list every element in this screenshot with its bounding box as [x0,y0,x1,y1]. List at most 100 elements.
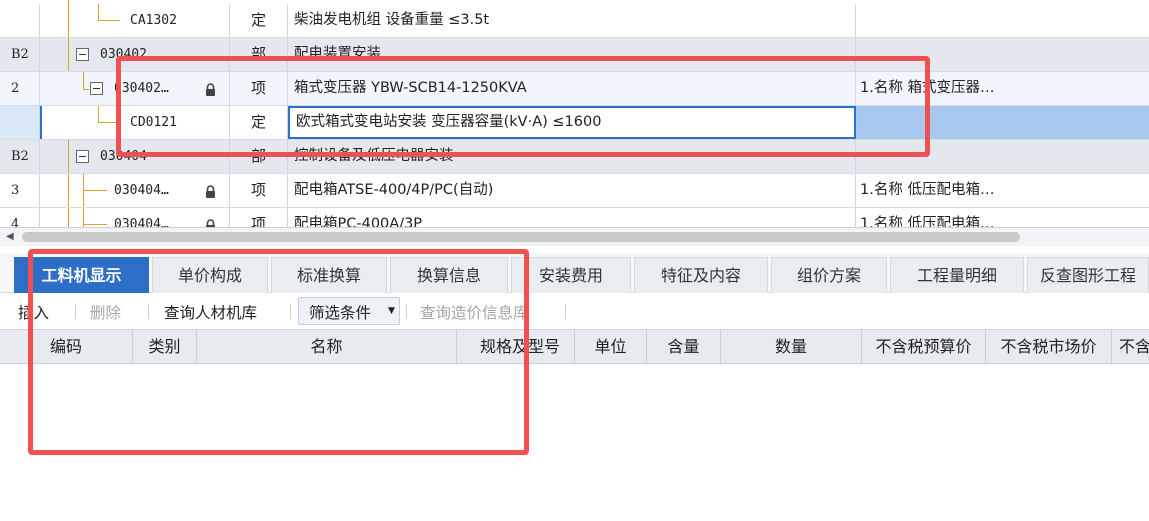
delete-button[interactable]: 删除 [90,301,121,323]
tab-quantity-detail[interactable]: 工程量明细 [890,257,1024,293]
tree-line [98,122,120,123]
row-feature[interactable] [856,140,1149,173]
query-price-info-button[interactable]: 查询造价信息库 [420,301,529,323]
row-code-cell[interactable]: CA1302 [40,4,230,37]
row-name[interactable]: 箱式变压器 YBW-SCB14-1250KVA [288,72,856,105]
row-type: 项 [230,72,288,105]
row-code-cell[interactable]: CD0121 [40,106,230,139]
column-header-name[interactable]: 名称 [197,330,457,364]
lock-icon [206,83,215,96]
table-row[interactable]: B2 030402 部 配电装置安装 [0,38,1149,72]
tree-line [68,140,69,173]
row-name[interactable]: 配电箱PC-400A/3P [288,208,856,227]
row-type: 部 [230,140,288,173]
column-header-quantity[interactable]: 数量 [721,330,862,364]
tab-labor-material-machine[interactable]: 工料机显示 [14,257,149,293]
tree-line [98,106,99,123]
tree-line [98,4,99,21]
tree-line [68,38,69,71]
row-number [0,106,40,139]
column-header-unit[interactable]: 单位 [575,330,647,364]
row-type: 部 [230,38,288,71]
table-row-selected[interactable]: CD0121 定 欧式箱式变电站安装 变压器容量(kV·A) ≤1600 [0,106,1149,140]
row-feature[interactable] [856,38,1149,71]
tab-conversion-info[interactable]: 换算信息 [390,257,508,293]
tree-line [83,208,84,227]
filter-dropdown[interactable]: 筛选条件 ▼ [298,297,400,325]
row-type: 项 [230,208,288,227]
toolbar-separator [406,304,407,319]
row-code: 030404… [114,183,169,198]
row-code-cell[interactable]: 030402 [40,38,230,71]
table-row[interactable]: 2 030402… 项 箱式变压器 YBW-SCB14-1250KVA 1.名称… [0,72,1149,106]
collapse-icon[interactable] [76,150,89,163]
row-feature[interactable]: 1.名称 低压配电箱… [856,208,1149,227]
row-name[interactable]: 配电装置安装 [288,38,856,71]
scroll-left-icon[interactable]: ◀ [6,231,14,242]
row-number: 3 [0,174,40,207]
tree-line [83,190,107,191]
row-code-cell[interactable]: 030404 [40,140,230,173]
column-header-code[interactable]: 编码 [0,330,133,364]
row-code-cell[interactable]: 030404… [40,174,230,207]
row-number: 2 [0,72,40,105]
column-header-truncated[interactable]: 不含 [1112,330,1149,364]
row-name-editing[interactable]: 欧式箱式变电站安装 变压器容量(kV·A) ≤1600 [288,106,856,139]
row-feature[interactable] [856,106,1149,139]
table-row[interactable]: 3 030404… 项 配电箱ATSE-400/4P/PC(自动) 1.名称 低… [0,174,1149,208]
row-type: 定 [230,106,288,139]
row-code-cell[interactable]: 030402… [40,72,230,105]
row-code: 030404… [114,217,169,228]
tab-reverse-graphic[interactable]: 反查图形工程 [1027,257,1149,293]
row-number: B2 [0,38,40,71]
filter-label: 筛选条件 [309,304,372,322]
insert-button[interactable]: 插入 [18,301,49,323]
toolbar-separator [148,304,149,319]
column-header-category[interactable]: 类别 [133,330,197,364]
tab-unit-price-composition[interactable]: 单价构成 [152,257,268,293]
column-header-budget-price[interactable]: 不含税预算价 [862,330,986,364]
tab-pricing-plan[interactable]: 组价方案 [771,257,887,293]
column-header-spec-model[interactable]: 规格及型号 [457,330,575,364]
row-feature[interactable]: 1.名称 低压配电箱… [856,174,1149,207]
scrollbar-thumb[interactable] [22,232,1020,242]
row-code: CA1302 [130,13,177,28]
column-header-market-price[interactable]: 不含税市场价 [986,330,1112,364]
row-number: 4 [0,208,40,227]
table-row[interactable]: 4 030404… 项 配电箱PC-400A/3P 1.名称 低压配电箱… [0,208,1149,228]
column-header-content[interactable]: 含量 [647,330,721,364]
detail-toolbar: 插入 删除 查询人材机库 筛选条件 ▼ 查询造价信息库 [0,294,1149,328]
quota-tree-grid[interactable]: CA1302 定 柴油发电机组 设备重量 ≤3.5t B2 030402 部 配… [0,0,1149,228]
row-name[interactable]: 柴油发电机组 设备重量 ≤3.5t [288,4,856,37]
tree-line [98,20,120,21]
row-type: 定 [230,4,288,37]
row-code: CD0121 [130,115,177,130]
row-code-cell[interactable]: 030404… [40,208,230,228]
horizontal-scrollbar[interactable]: ◀ [0,228,1149,246]
row-feature[interactable]: 1.名称 箱式变压器… [856,72,1149,105]
toolbar-separator [75,304,76,319]
tab-standard-conversion[interactable]: 标准换算 [271,257,387,293]
row-number: B2 [0,140,40,173]
tab-features-content[interactable]: 特征及内容 [634,257,768,293]
row-type: 项 [230,174,288,207]
lock-icon [206,219,215,227]
row-feature[interactable] [856,4,1149,37]
toolbar-separator [290,304,291,319]
tab-installation-fee[interactable]: 安装费用 [511,257,631,293]
row-code: 030402 [100,47,147,62]
query-material-library-button[interactable]: 查询人材机库 [164,301,257,323]
collapse-icon[interactable] [76,48,89,61]
row-code: 030404 [100,149,147,164]
table-row[interactable]: B2 030404 部 控制设备及低压电器安装 [0,140,1149,174]
tree-line [83,89,89,90]
row-code: 030402… [114,81,169,96]
resource-table-body[interactable] [0,364,1149,521]
detail-tab-bar: 工料机显示 单价构成 标准换算 换算信息 安装费用 特征及内容 组价方案 工程量… [0,253,1149,293]
row-name[interactable]: 配电箱ATSE-400/4P/PC(自动) [288,174,856,207]
collapse-icon[interactable] [90,82,103,95]
table-row[interactable]: CA1302 定 柴油发电机组 设备重量 ≤3.5t [0,4,1149,38]
row-name[interactable]: 控制设备及低压电器安装 [288,140,856,173]
lock-icon [206,185,215,198]
resource-table-header: 编码 类别 名称 规格及型号 单位 含量 数量 不含税预算价 不含税市场价 不含 [0,329,1149,364]
